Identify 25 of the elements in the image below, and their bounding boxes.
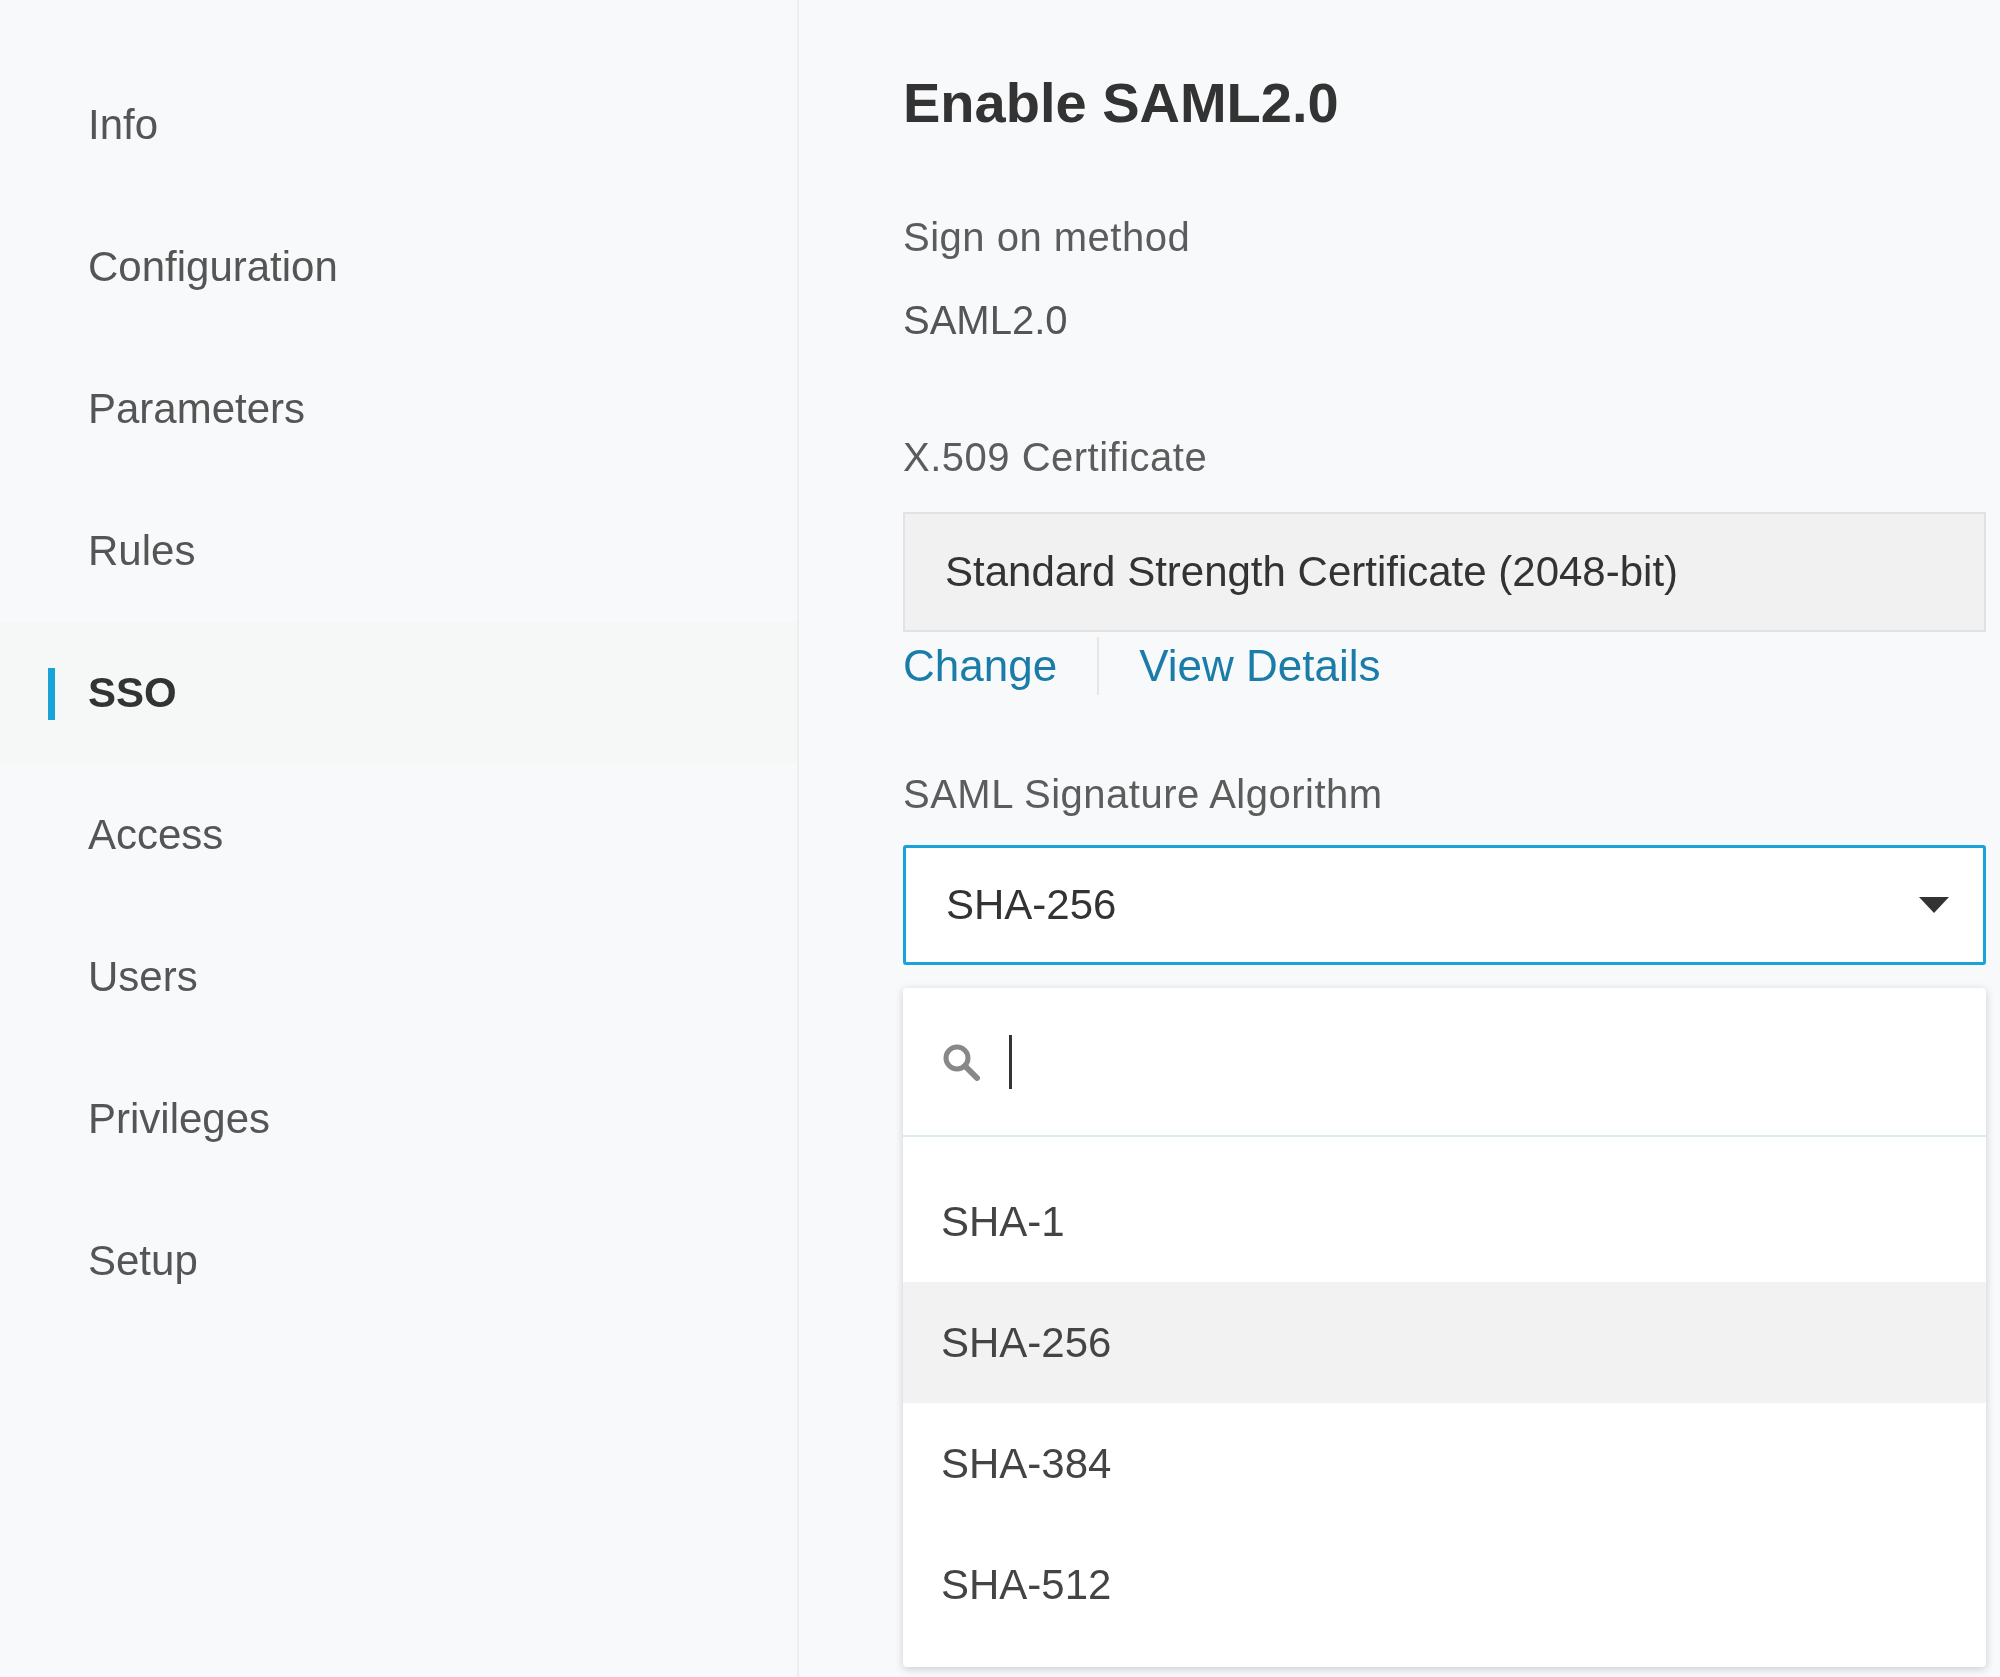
field-value: SAML2.0: [903, 298, 1069, 343]
dropdown-option[interactable]: SHA-256: [903, 1282, 1986, 1403]
text-cursor: [1009, 1034, 1012, 1089]
sidebar-item[interactable]: Configuration: [88, 243, 338, 291]
sidebar-item[interactable]: Info: [88, 101, 159, 149]
dropdown-option[interactable]: SHA-512: [903, 1524, 1986, 1645]
sidebar-item[interactable]: Access: [88, 811, 224, 859]
sidebar-item[interactable]: Privileges: [88, 1095, 271, 1143]
dropdown-option[interactable]: SHA-384: [903, 1403, 1986, 1524]
section-title: Enable SAML2.0: [903, 70, 1340, 135]
selected-value: SHA-256: [946, 881, 1117, 929]
sidebar-item[interactable]: Users: [88, 953, 198, 1001]
sidebar-item[interactable]: Rules: [88, 527, 196, 575]
field-label: Sign on method: [903, 215, 1192, 260]
sidebar-item[interactable]: Parameters: [88, 385, 306, 433]
dropdown-select[interactable]: SHA-256: [903, 845, 1986, 965]
sidebar-item[interactable]: SSO: [88, 669, 177, 717]
certificate-field: Standard Strength Certificate (2048-bit): [903, 512, 1986, 632]
link[interactable]: View Details: [1139, 641, 1381, 691]
link[interactable]: Change: [903, 641, 1058, 691]
dropdown-option[interactable]: SHA-1: [903, 1161, 1986, 1282]
field-label: X.509 Certificate: [903, 435, 1209, 480]
sidebar-item[interactable]: Setup: [88, 1237, 198, 1285]
field-label: SAML Signature Algorithm: [903, 772, 1384, 817]
caret-icon: [1919, 897, 1949, 913]
